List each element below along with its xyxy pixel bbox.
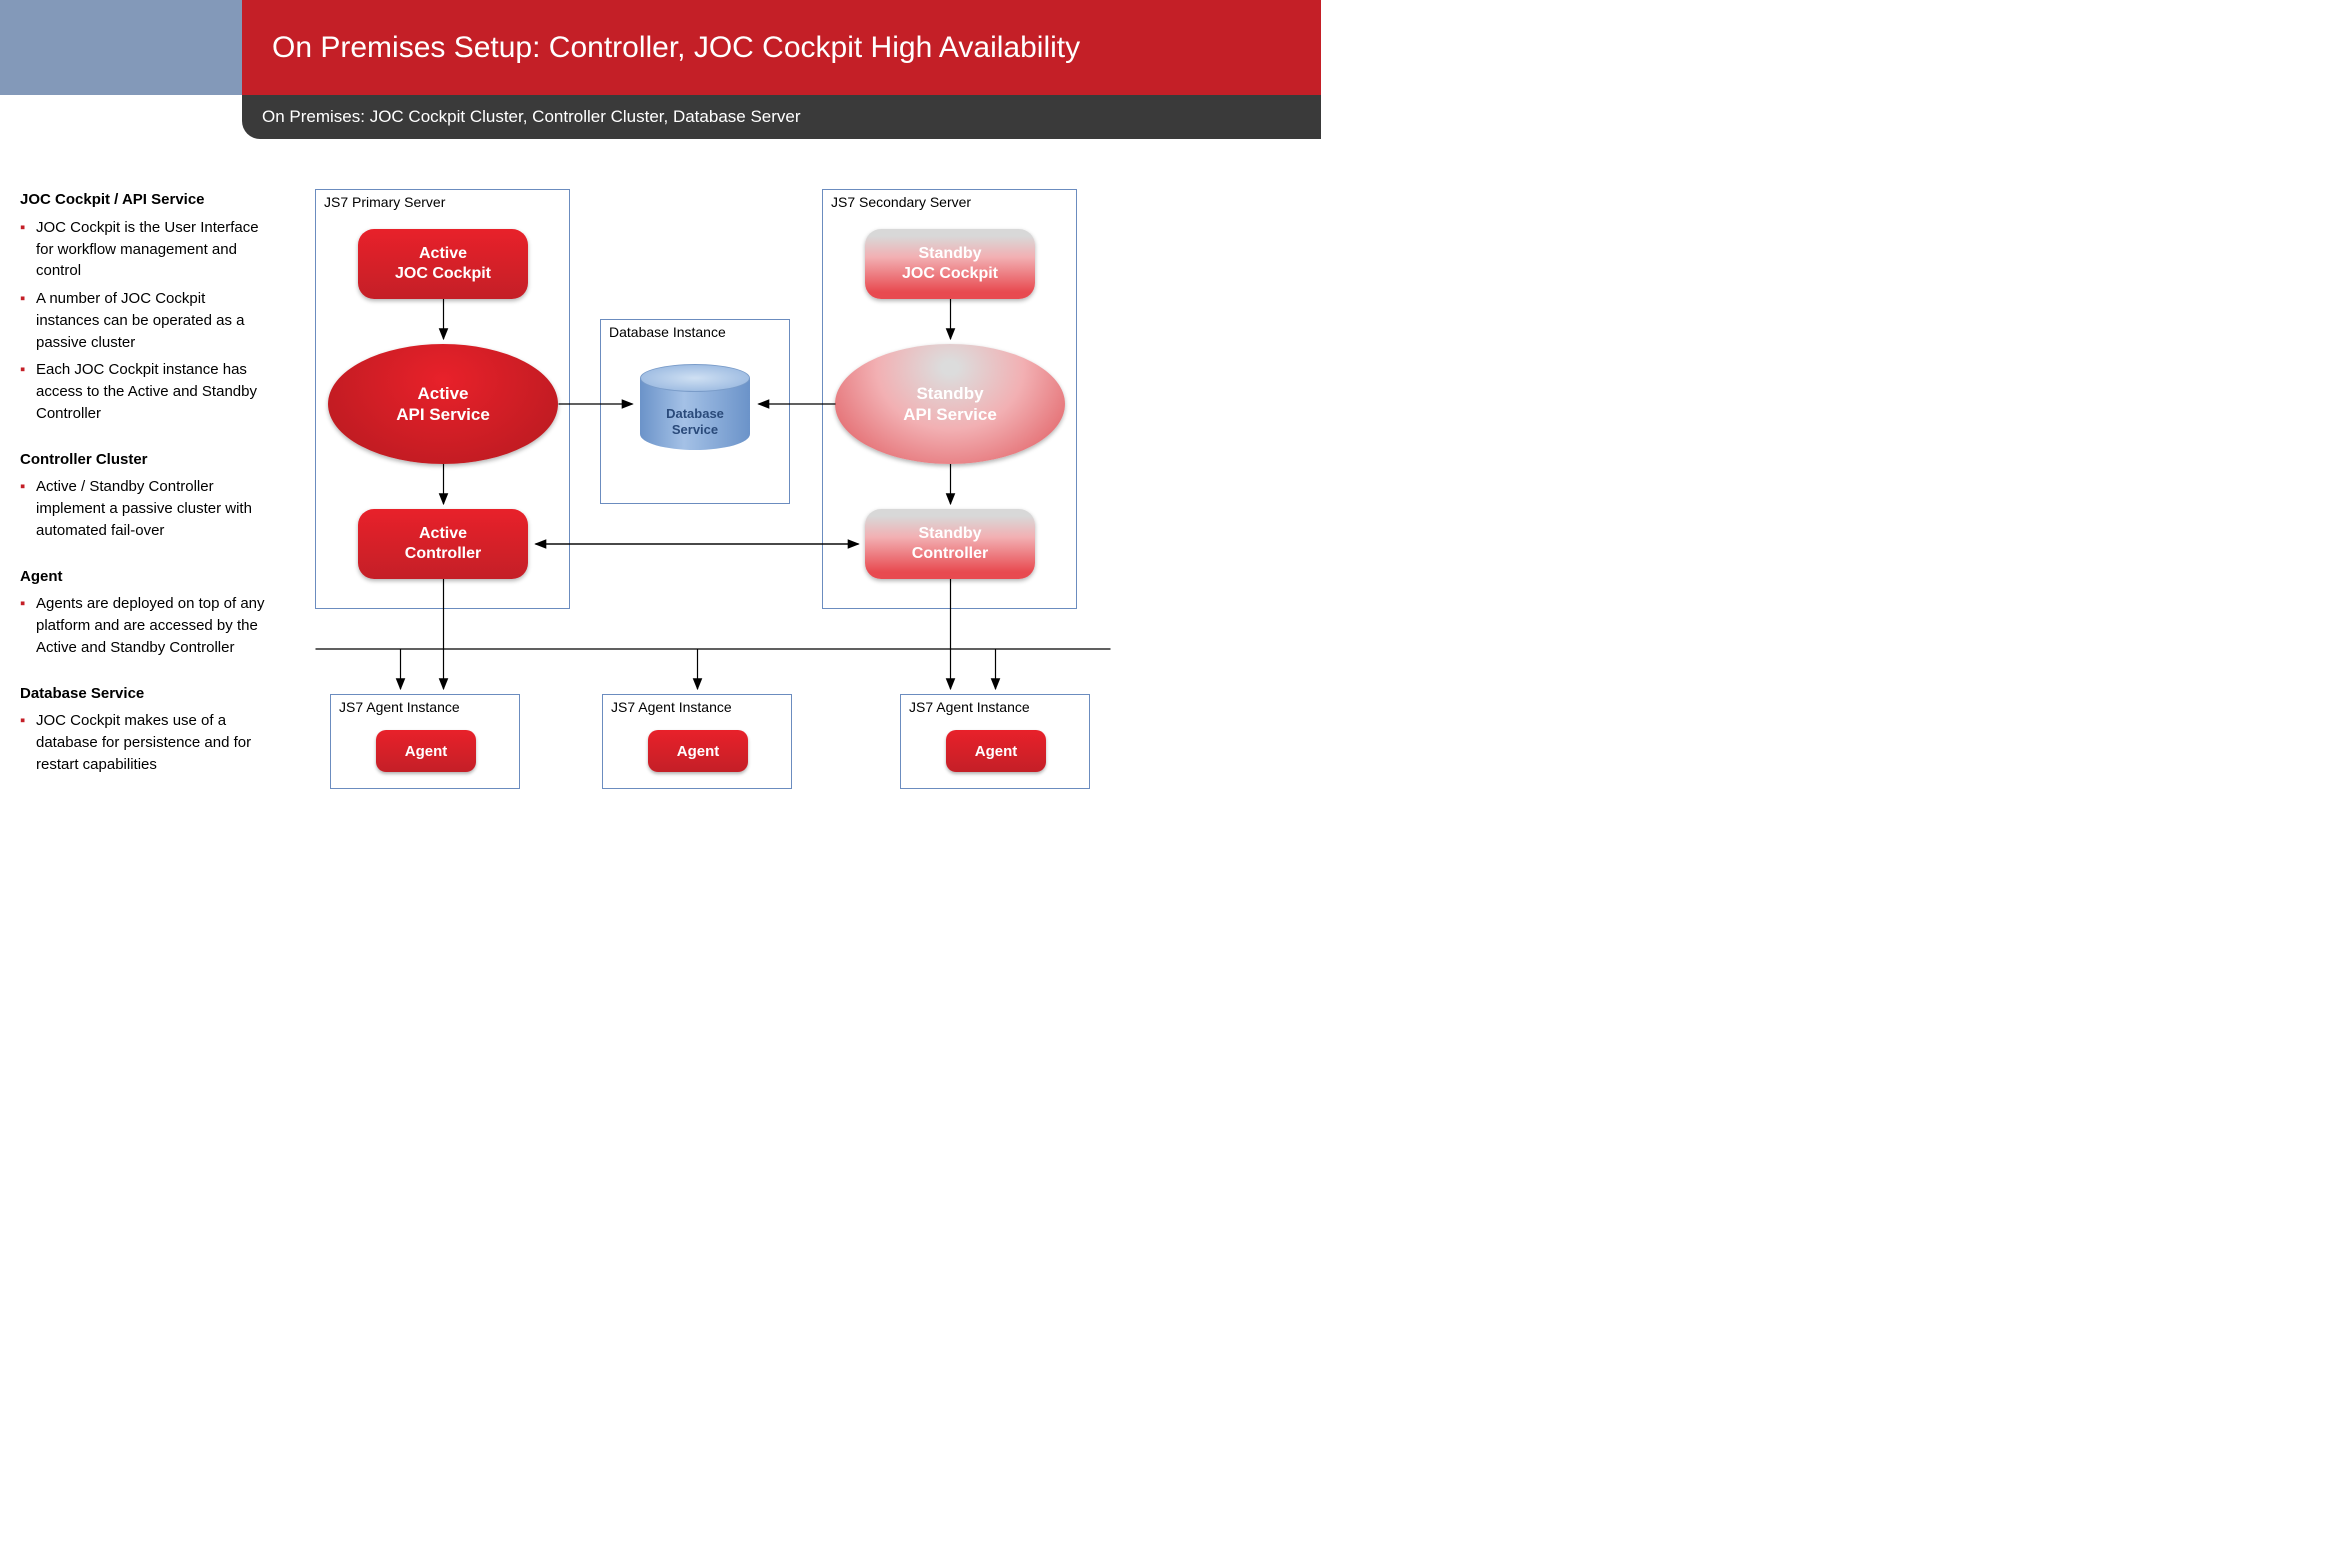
db-label-1: Database — [666, 406, 724, 421]
node-line-1: Standby — [916, 383, 983, 404]
node-line-1: Active — [419, 244, 467, 264]
node-line-2: Controller — [405, 544, 481, 564]
agent-node: Agent — [376, 730, 476, 772]
node-line-1: Active — [417, 383, 468, 404]
section-heading-db: Database Service — [20, 683, 270, 705]
slide-subtitle-row: On Premises: JOC Cockpit Cluster, Contro… — [0, 95, 1321, 139]
header-title-bar: On Premises Setup: Controller, JOC Cockp… — [242, 0, 1321, 95]
bullet: JOC Cockpit is the User Interface for wo… — [20, 217, 270, 282]
node-line-1: Standby — [918, 244, 981, 264]
db-label-2: Service — [672, 422, 718, 437]
agent-instance-box-2: JS7 Agent Instance Agent — [602, 694, 792, 789]
active-controller-node: Active Controller — [358, 509, 528, 579]
section-heading-controller: Controller Cluster — [20, 449, 270, 471]
header-accent-block — [0, 0, 242, 95]
agent-instance-box-3: JS7 Agent Instance Agent — [900, 694, 1090, 789]
node-line-2: Controller — [912, 544, 988, 564]
slide-subtitle: On Premises: JOC Cockpit Cluster, Contro… — [242, 95, 1321, 139]
section-heading-agent: Agent — [20, 566, 270, 588]
node-line-1: Active — [419, 524, 467, 544]
bullet: JOC Cockpit makes use of a database for … — [20, 710, 270, 775]
text-column: JOC Cockpit / API Service JOC Cockpit is… — [0, 189, 280, 829]
slide-title: On Premises Setup: Controller, JOC Cockp… — [272, 31, 1080, 65]
node-line-2: API Service — [396, 404, 490, 425]
agent-box-label: JS7 Agent Instance — [611, 699, 732, 715]
bullet: Each JOC Cockpit instance has access to … — [20, 359, 270, 424]
architecture-diagram: JS7 Primary Server JS7 Secondary Server … — [280, 189, 1321, 829]
agent-node: Agent — [648, 730, 748, 772]
node-line-1: Standby — [918, 524, 981, 544]
slide-header: On Premises Setup: Controller, JOC Cockp… — [0, 0, 1321, 95]
agent-instance-box-1: JS7 Agent Instance Agent — [330, 694, 520, 789]
agent-node: Agent — [946, 730, 1046, 772]
node-line-2: JOC Cockpit — [395, 264, 491, 284]
node-line-2: JOC Cockpit — [902, 264, 998, 284]
standby-api-service-node: Standby API Service — [835, 344, 1065, 464]
database-instance-label: Database Instance — [609, 324, 726, 340]
standby-joc-cockpit-node: Standby JOC Cockpit — [865, 229, 1035, 299]
node-line-2: API Service — [903, 404, 997, 425]
primary-server-label: JS7 Primary Server — [324, 194, 445, 210]
secondary-server-label: JS7 Secondary Server — [831, 194, 971, 210]
agent-box-label: JS7 Agent Instance — [909, 699, 1030, 715]
section-heading-joc: JOC Cockpit / API Service — [20, 189, 270, 211]
bullet: Agents are deployed on top of any platfo… — [20, 593, 270, 658]
active-joc-cockpit-node: Active JOC Cockpit — [358, 229, 528, 299]
bullet: A number of JOC Cockpit instances can be… — [20, 288, 270, 353]
agent-box-label: JS7 Agent Instance — [339, 699, 460, 715]
active-api-service-node: Active API Service — [328, 344, 558, 464]
standby-controller-node: Standby Controller — [865, 509, 1035, 579]
database-service-cylinder: Database Service — [640, 364, 750, 464]
bullet: Active / Standby Controller implement a … — [20, 476, 270, 541]
